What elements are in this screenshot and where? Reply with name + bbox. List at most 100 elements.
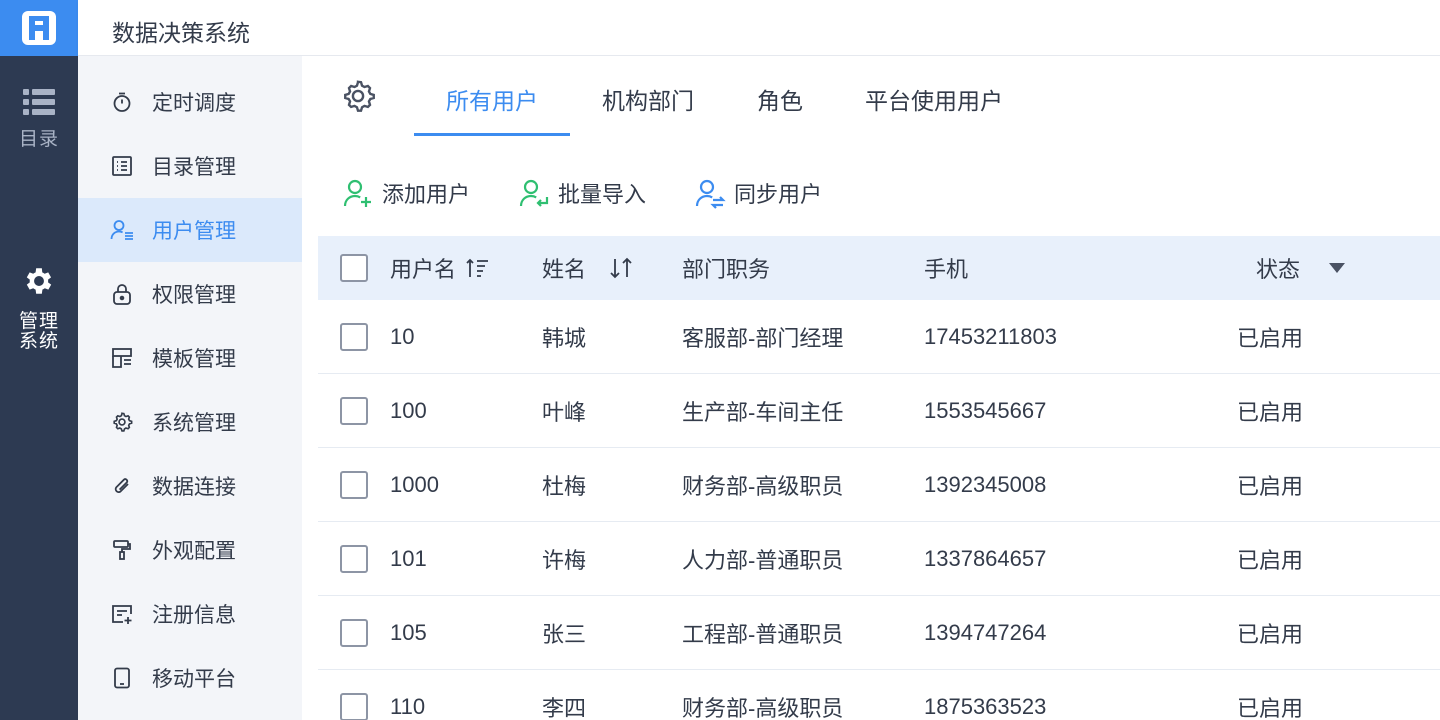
sidebar-item-catalog[interactable]: 目录管理 — [78, 134, 302, 198]
column-header-username[interactable]: 用户名 — [390, 236, 490, 300]
user-table-header: 用户名 姓名 部门职务 手机 状态 — [318, 236, 1440, 300]
cell-phone: 1875363523 — [924, 670, 1046, 720]
cell-dept: 财务部-高级职员 — [682, 670, 843, 720]
row-checkbox[interactable] — [340, 323, 368, 351]
sidebar-item-user-management[interactable]: 用户管理 — [78, 198, 302, 262]
cell-name: 韩城 — [542, 300, 586, 373]
table-row[interactable]: 105 张三 工程部-普通职员 1394747264 已启用 — [318, 596, 1440, 670]
cell-dept: 财务部-高级职员 — [682, 448, 843, 521]
cell-status: 已启用 — [1237, 522, 1303, 595]
top-header: 数据决策系统 — [78, 0, 1440, 56]
user-list-icon — [110, 218, 134, 242]
import-user-icon — [518, 177, 550, 209]
sidebar-item-label: 权限管理 — [152, 279, 236, 309]
cell-name: 李四 — [542, 670, 586, 720]
cell-status: 已启用 — [1237, 670, 1303, 720]
add-user-button[interactable]: 添加用户 — [342, 176, 470, 210]
table-row[interactable]: 110 李四 财务部-高级职员 1875363523 已启用 — [318, 670, 1440, 720]
tab-label: 角色 — [757, 82, 803, 116]
row-checkbox[interactable] — [340, 619, 368, 647]
sidebar-item-label: 系统管理 — [152, 407, 236, 437]
add-user-icon — [342, 177, 374, 209]
column-header-name[interactable]: 姓名 — [542, 236, 634, 300]
cell-username: 110 — [390, 670, 425, 720]
table-row[interactable]: 100 叶峰 生产部-车间主任 1553545667 已启用 — [318, 374, 1440, 448]
management-sidebar: 定时调度 目录管理 用户管理 权限管理 模板管理 系统管理 数据连接 — [78, 56, 302, 720]
list-icon — [23, 88, 55, 116]
tab-departments[interactable]: 机构部门 — [584, 78, 712, 136]
cell-status: 已启用 — [1237, 374, 1303, 447]
logo-icon — [21, 10, 57, 46]
sync-users-label: 同步用户 — [734, 177, 822, 209]
column-header-phone: 手机 — [924, 236, 968, 300]
sidebar-item-label: 定时调度 — [152, 87, 236, 117]
sidebar-item-label: 目录管理 — [152, 151, 236, 181]
tab-platform-users[interactable]: 平台使用用户 — [854, 78, 1014, 136]
sort-toggle-icon[interactable] — [608, 257, 634, 279]
add-user-label: 添加用户 — [382, 177, 470, 209]
tab-label: 平台使用用户 — [865, 82, 1003, 116]
mobile-icon — [110, 666, 134, 690]
register-icon — [110, 602, 134, 626]
app-logo[interactable] — [0, 0, 78, 56]
row-checkbox[interactable] — [340, 471, 368, 499]
cell-name: 许梅 — [542, 522, 586, 595]
row-checkbox[interactable] — [340, 397, 368, 425]
tab-roles[interactable]: 角色 — [740, 78, 820, 136]
cell-phone: 17453211803 — [924, 300, 1057, 373]
cell-status: 已启用 — [1237, 448, 1303, 521]
gear-icon — [22, 264, 56, 298]
column-header-label: 状态 — [1256, 252, 1300, 284]
rail-item-label: 管理 系统 — [19, 312, 59, 352]
catalog-icon — [110, 154, 134, 178]
paint-roller-icon — [110, 538, 134, 562]
cell-name: 张三 — [542, 596, 586, 669]
rail-item-management[interactable]: 管理 系统 — [0, 264, 78, 352]
sidebar-item-label: 模板管理 — [152, 343, 236, 373]
sidebar-item-system[interactable]: 系统管理 — [78, 390, 302, 454]
sidebar-item-mobile[interactable]: 移动平台 — [78, 646, 302, 710]
lock-icon — [110, 282, 134, 306]
table-row[interactable]: 1000 杜梅 财务部-高级职员 1392345008 已启用 — [318, 448, 1440, 522]
filter-dropdown-icon[interactable] — [1328, 262, 1346, 274]
sidebar-item-label: 外观配置 — [152, 535, 236, 565]
cell-status: 已启用 — [1237, 300, 1303, 373]
template-icon — [110, 346, 134, 370]
rail-label-line-2: 系统 — [19, 332, 59, 352]
sidebar-item-data-connection[interactable]: 数据连接 — [78, 454, 302, 518]
settings-button[interactable] — [340, 78, 376, 114]
sidebar-item-label: 移动平台 — [152, 663, 236, 693]
gear-icon — [340, 78, 376, 114]
sidebar-item-registration[interactable]: 注册信息 — [78, 582, 302, 646]
table-row[interactable]: 101 许梅 人力部-普通职员 1337864657 已启用 — [318, 522, 1440, 596]
row-checkbox[interactable] — [340, 693, 368, 720]
cell-dept: 人力部-普通职员 — [682, 522, 843, 595]
sync-users-button[interactable]: 同步用户 — [694, 176, 822, 210]
row-checkbox[interactable] — [340, 545, 368, 573]
sort-asc-icon[interactable] — [466, 257, 490, 279]
tab-label: 所有用户 — [446, 82, 538, 116]
cell-username: 1000 — [390, 448, 439, 521]
batch-import-button[interactable]: 批量导入 — [518, 176, 646, 210]
rail-label-line-1: 管理 — [19, 312, 59, 332]
rail-item-directory[interactable]: 目录 — [0, 88, 78, 150]
tab-all-users[interactable]: 所有用户 — [414, 78, 570, 136]
table-row[interactable]: 10 韩城 客服部-部门经理 17453211803 已启用 — [318, 300, 1440, 374]
cell-phone: 1394747264 — [924, 596, 1046, 669]
sidebar-item-label: 数据连接 — [152, 471, 236, 501]
sidebar-item-permissions[interactable]: 权限管理 — [78, 262, 302, 326]
rail-item-label: 目录 — [19, 130, 59, 150]
sidebar-item-scheduling[interactable]: 定时调度 — [78, 70, 302, 134]
column-header-status[interactable]: 状态 — [1256, 236, 1346, 300]
column-header-dept: 部门职务 — [682, 236, 770, 300]
select-all-checkbox[interactable] — [340, 254, 368, 282]
sidebar-item-templates[interactable]: 模板管理 — [78, 326, 302, 390]
app-title: 数据决策系统 — [112, 14, 250, 48]
app-rail: 目录 管理 系统 — [0, 0, 78, 720]
sync-user-icon — [694, 177, 726, 209]
column-header-label: 用户名 — [390, 252, 456, 284]
cell-name: 杜梅 — [542, 448, 586, 521]
cell-dept: 生产部-车间主任 — [682, 374, 843, 447]
sidebar-item-appearance[interactable]: 外观配置 — [78, 518, 302, 582]
cell-username: 100 — [390, 374, 427, 447]
